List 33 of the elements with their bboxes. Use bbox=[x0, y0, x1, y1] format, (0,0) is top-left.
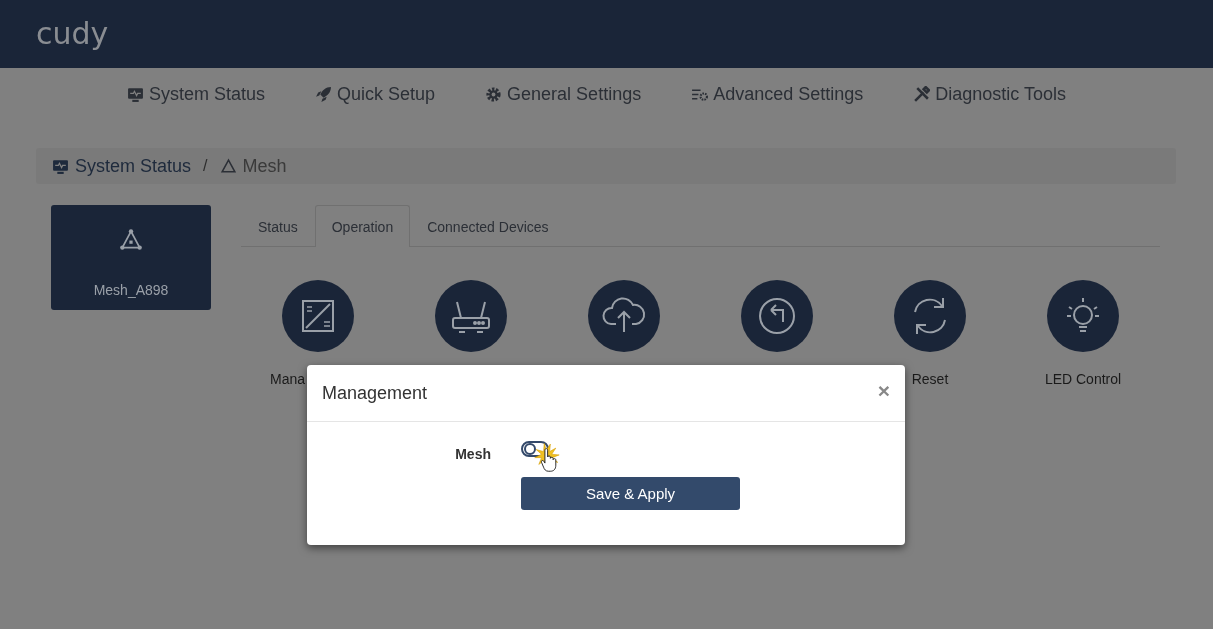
tab[interactable]: Operation bbox=[314, 205, 411, 247]
triangle-icon bbox=[219, 157, 237, 175]
nav-link[interactable]: System Status bbox=[126, 83, 265, 105]
refresh-icon[interactable] bbox=[894, 280, 966, 352]
device-name: Mesh_A898 bbox=[93, 282, 169, 298]
nav-link[interactable]: Advanced Settings bbox=[691, 83, 864, 105]
nav-link[interactable]: General Settings bbox=[485, 83, 642, 105]
device-card[interactable]: Mesh_A898 bbox=[51, 205, 211, 310]
on-off-switch-icon[interactable] bbox=[282, 280, 354, 352]
rocket-icon bbox=[315, 85, 332, 103]
operation-label[interactable]: LED Control bbox=[1044, 371, 1122, 387]
operation-label[interactable]: Mana bbox=[270, 371, 306, 387]
logo[interactable]: cudy bbox=[36, 19, 109, 49]
tab[interactable]: Status bbox=[241, 205, 315, 247]
light-bulb-icon[interactable] bbox=[1047, 280, 1119, 352]
monitor-icon bbox=[126, 85, 144, 103]
nav-link[interactable]: Quick Setup bbox=[315, 83, 436, 105]
monitor-icon bbox=[52, 157, 69, 175]
gear-icon bbox=[485, 85, 503, 103]
tab[interactable]: Connected Devices bbox=[410, 205, 566, 247]
close-button[interactable]: × bbox=[877, 379, 890, 407]
nav-link[interactable]: Diagnostic Tools bbox=[913, 83, 1066, 105]
breadcrumb-separator: / bbox=[203, 157, 208, 175]
save-apply-button[interactable]: Save & Apply bbox=[521, 477, 740, 510]
router-icon[interactable] bbox=[435, 280, 507, 352]
triangle-nodes-icon bbox=[118, 227, 144, 253]
cloud-upload-icon[interactable] bbox=[588, 280, 660, 352]
breadcrumb-item: Mesh bbox=[242, 155, 287, 177]
mesh-label: Mesh bbox=[454, 446, 492, 462]
operation-label[interactable]: Reset bbox=[911, 371, 949, 387]
dialog-title: Management bbox=[322, 382, 428, 404]
breadcrumb-item[interactable]: System Status bbox=[75, 155, 192, 177]
tools-icon bbox=[913, 85, 931, 103]
